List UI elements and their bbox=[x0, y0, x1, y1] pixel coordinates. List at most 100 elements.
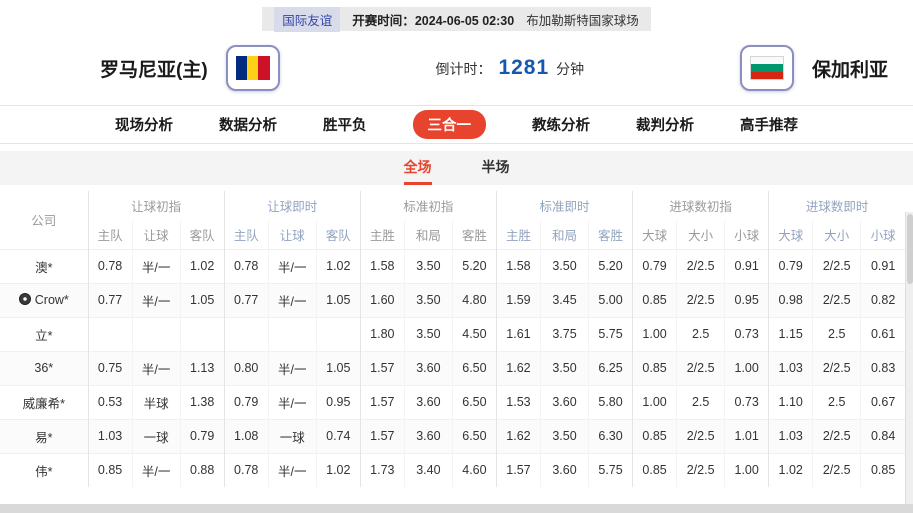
odds-value: 5.75 bbox=[589, 317, 633, 351]
nav-tab-referee-analysis[interactable]: 裁判分析 bbox=[636, 114, 694, 135]
odds-value: 1.10 bbox=[769, 385, 813, 419]
odds-value: 0.77 bbox=[224, 283, 268, 317]
bookmaker-name[interactable]: 澳* bbox=[0, 249, 88, 283]
bookmaker-name[interactable]: 易* bbox=[0, 419, 88, 453]
romania-flag-stripes bbox=[236, 56, 270, 80]
odds-value: 2.5 bbox=[677, 385, 725, 419]
odds-value: 3.40 bbox=[404, 453, 452, 487]
odds-value: 1.58 bbox=[496, 249, 540, 283]
nav-tab-data-analysis[interactable]: 数据分析 bbox=[219, 114, 277, 135]
odds-value: 半/一 bbox=[268, 351, 316, 385]
footer-bar bbox=[0, 504, 913, 513]
odds-value: 1.13 bbox=[180, 351, 224, 385]
odds-value: 0.85 bbox=[633, 453, 677, 487]
odds-value: 6.30 bbox=[589, 419, 633, 453]
odds-value: 0.95 bbox=[316, 385, 360, 419]
odds-group-header: 让球初指 bbox=[88, 191, 224, 220]
away-team-name: 保加利亚 bbox=[812, 55, 888, 82]
nav-tab-live-analysis[interactable]: 现场分析 bbox=[115, 114, 173, 135]
odds-column-header: 和局 bbox=[540, 220, 588, 249]
odds-value: 半/一 bbox=[132, 351, 180, 385]
scrollbar-thumb[interactable] bbox=[907, 214, 913, 284]
odds-row: 澳*0.78半/一1.020.78半/一1.021.583.505.201.58… bbox=[0, 249, 905, 283]
odds-group-header: 让球即时 bbox=[224, 191, 360, 220]
scope-tab-full-match[interactable]: 全场 bbox=[404, 151, 432, 185]
countdown-label: 倒计时： bbox=[435, 59, 491, 79]
odds-value: 0.61 bbox=[861, 317, 905, 351]
venue-name: 布加勒斯特国家球场 bbox=[526, 10, 639, 29]
odds-column-header: 大小 bbox=[813, 220, 861, 249]
odds-table-head: 公司让球初指让球即时标准初指标准即时进球数初指进球数即时 主队让球客队主队让球客… bbox=[0, 191, 905, 249]
odds-value: 1.62 bbox=[496, 419, 540, 453]
odds-value: 1.15 bbox=[769, 317, 813, 351]
odds-column-header: 大小 bbox=[677, 220, 725, 249]
odds-value: 1.57 bbox=[360, 351, 404, 385]
odds-value: 1.00 bbox=[633, 317, 677, 351]
match-info-inner: 国际友谊 开赛时间：2024-06-05 02:30 布加勒斯特国家球场 bbox=[262, 7, 650, 31]
odds-column-header: 小球 bbox=[725, 220, 769, 249]
away-team: 保加利亚 bbox=[740, 45, 888, 91]
odds-column-header: 大球 bbox=[769, 220, 813, 249]
scope-tab-half-match[interactable]: 半场 bbox=[482, 151, 510, 185]
column-header-row: 主队让球客队主队让球客队主胜和局客胜主胜和局客胜大球大小小球大球大小小球 bbox=[0, 220, 905, 249]
odds-value: 5.00 bbox=[589, 283, 633, 317]
odds-value: 1.61 bbox=[496, 317, 540, 351]
odds-value: 5.80 bbox=[589, 385, 633, 419]
odds-row: 36*0.75半/一1.130.80半/一1.051.573.606.501.6… bbox=[0, 351, 905, 385]
odds-column-header: 小球 bbox=[861, 220, 905, 249]
odds-value: 1.05 bbox=[316, 283, 360, 317]
group-header-row: 公司让球初指让球即时标准初指标准即时进球数初指进球数即时 bbox=[0, 191, 905, 220]
odds-column-header: 客队 bbox=[180, 220, 224, 249]
odds-value: 半/一 bbox=[132, 453, 180, 487]
odds-value: 2/2.5 bbox=[813, 453, 861, 487]
bookmaker-name[interactable]: Crow* bbox=[0, 283, 88, 317]
odds-value: 0.85 bbox=[633, 283, 677, 317]
odds-value: 0.84 bbox=[861, 419, 905, 453]
bookmaker-name[interactable]: 威廉希* bbox=[0, 385, 88, 419]
vertical-scrollbar[interactable] bbox=[905, 212, 913, 504]
odds-value: 1.03 bbox=[769, 351, 813, 385]
odds-value: 一球 bbox=[132, 419, 180, 453]
odds-value: 0.85 bbox=[88, 453, 132, 487]
odds-value: 1.53 bbox=[496, 385, 540, 419]
odds-value: 3.50 bbox=[404, 283, 452, 317]
odds-value: 3.50 bbox=[540, 351, 588, 385]
bookmaker-name[interactable]: 立* bbox=[0, 317, 88, 351]
league-badge[interactable]: 国际友谊 bbox=[274, 7, 340, 32]
odds-value: 2/2.5 bbox=[677, 351, 725, 385]
bookmaker-name[interactable]: 伟* bbox=[0, 453, 88, 487]
odds-value: 2/2.5 bbox=[677, 249, 725, 283]
odds-value: 1.08 bbox=[224, 419, 268, 453]
analysis-nav: 现场分析 数据分析 胜平负 三合一 教练分析 裁判分析 高手推荐 bbox=[0, 105, 913, 144]
odds-value: 2.5 bbox=[677, 317, 725, 351]
odds-value: 0.75 bbox=[88, 351, 132, 385]
odds-value: 1.01 bbox=[725, 419, 769, 453]
odds-value: 0.74 bbox=[316, 419, 360, 453]
odds-value: 0.78 bbox=[224, 453, 268, 487]
odds-value: 1.02 bbox=[769, 453, 813, 487]
odds-value: 6.25 bbox=[589, 351, 633, 385]
nav-tab-three-in-one[interactable]: 三合一 bbox=[413, 110, 487, 139]
odds-column-header: 客队 bbox=[316, 220, 360, 249]
odds-value: 0.67 bbox=[861, 385, 905, 419]
odds-table-body: 澳*0.78半/一1.020.78半/一1.021.583.505.201.58… bbox=[0, 249, 905, 487]
nav-tab-win-draw-lose[interactable]: 胜平负 bbox=[323, 114, 367, 135]
odds-group-header: 进球数初指 bbox=[633, 191, 769, 220]
odds-value: 0.79 bbox=[180, 419, 224, 453]
odds-value: 2.5 bbox=[813, 317, 861, 351]
odds-value: 4.60 bbox=[452, 453, 496, 487]
odds-value: 0.73 bbox=[725, 317, 769, 351]
odds-row: 伟*0.85半/一0.880.78半/一1.021.733.404.601.57… bbox=[0, 453, 905, 487]
odds-value: 2.5 bbox=[813, 385, 861, 419]
odds-value: 1.02 bbox=[180, 249, 224, 283]
nav-tab-expert-picks[interactable]: 高手推荐 bbox=[740, 114, 798, 135]
odds-value: 1.58 bbox=[360, 249, 404, 283]
odds-value: 3.50 bbox=[404, 317, 452, 351]
odds-value: 5.75 bbox=[589, 453, 633, 487]
bookmaker-name[interactable]: 36* bbox=[0, 351, 88, 385]
odds-value: 3.50 bbox=[540, 249, 588, 283]
odds-value: 1.05 bbox=[316, 351, 360, 385]
odds-value: 半/一 bbox=[268, 453, 316, 487]
odds-value: 2/2.5 bbox=[677, 453, 725, 487]
nav-tab-coach-analysis[interactable]: 教练分析 bbox=[532, 114, 590, 135]
